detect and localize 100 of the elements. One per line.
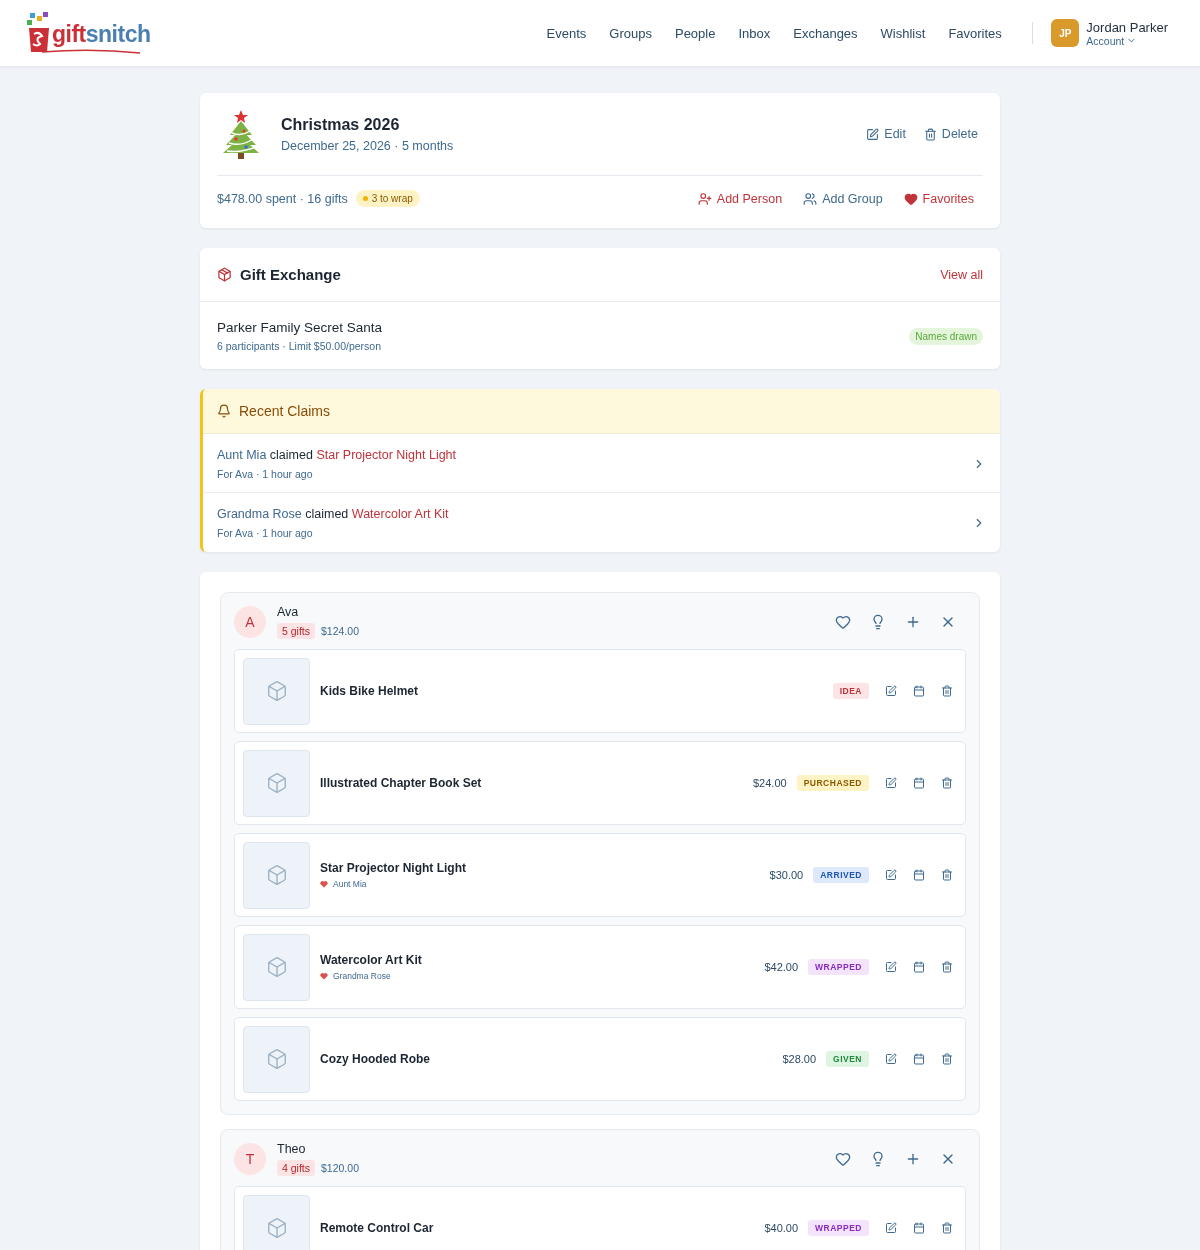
- calendar-icon: [913, 869, 925, 881]
- delete-button[interactable]: [939, 1051, 955, 1067]
- user-name: Jordan Parker: [1086, 19, 1168, 35]
- delete-button[interactable]: [939, 1220, 955, 1236]
- cube-icon: [265, 772, 288, 794]
- gift-name: Kids Bike Helmet: [320, 684, 419, 698]
- nav-link[interactable]: Inbox: [726, 25, 782, 41]
- person-total: $124.00: [321, 625, 359, 637]
- gift-bag-logo-icon: [26, 12, 52, 54]
- person-name: Theo: [277, 1142, 307, 1156]
- gift-price: $28.00: [782, 1053, 817, 1065]
- edit-button[interactable]: [883, 775, 899, 791]
- nav-link[interactable]: Groups: [597, 25, 664, 41]
- gift-row[interactable]: Kids Bike Helmet IDEA: [234, 649, 966, 733]
- cube-icon: [265, 1217, 288, 1239]
- pencil-icon: [885, 1053, 897, 1065]
- favorites-button[interactable]: Favorites: [903, 191, 974, 206]
- trash-icon: [941, 961, 953, 973]
- gift-row[interactable]: Watercolor Art Kit Grandma Rose $42.00 WRAPPED: [234, 925, 966, 1009]
- calendar-icon: [913, 961, 925, 973]
- calendar-button[interactable]: [911, 959, 927, 975]
- heart-icon: [320, 880, 328, 888]
- add-person-button[interactable]: Add Person: [697, 191, 783, 206]
- gift-price: $24.00: [753, 777, 787, 789]
- gift-name: Cozy Hooded Robe: [320, 1052, 430, 1066]
- status-badge: GIVEN: [826, 1051, 869, 1067]
- section-title: Recent Claims: [239, 403, 331, 419]
- edit-button[interactable]: [883, 959, 899, 975]
- calendar-icon: [913, 1222, 925, 1234]
- gift-row[interactable]: Illustrated Chapter Book Set $24.00 PURCHASED: [234, 741, 966, 825]
- delete-button[interactable]: [939, 683, 955, 699]
- delete-button[interactable]: [939, 867, 955, 883]
- nav-link[interactable]: Favorites: [936, 25, 1014, 41]
- person-name: Ava: [277, 605, 300, 619]
- claim-row[interactable]: Grandma Rose claimed Watercolor Art Kit For Ava · 1 hour ago: [203, 493, 1000, 552]
- pencil-icon: [885, 961, 897, 973]
- heart-icon: [320, 972, 328, 980]
- edit-button[interactable]: [883, 1220, 899, 1236]
- exchange-name[interactable]: Parker Family Secret Santa: [217, 320, 383, 335]
- status-badge: WRAPPED: [808, 1220, 869, 1236]
- delete-button[interactable]: [939, 959, 955, 975]
- claim-row[interactable]: Aunt Mia claimed Star Projector Night Light For Ava · 1 hour ago: [203, 434, 1000, 493]
- status-badge: WRAPPED: [808, 959, 869, 975]
- gift-price: $30.00: [769, 869, 804, 881]
- person-avatar: T: [234, 1143, 266, 1175]
- calendar-icon: [913, 685, 925, 697]
- trash-icon: [941, 777, 953, 789]
- calendar-button[interactable]: [911, 1220, 927, 1236]
- bell-icon: [217, 404, 231, 418]
- nav-link[interactable]: People: [663, 25, 727, 41]
- christmas-tree-icon: [222, 109, 260, 159]
- nav-link[interactable]: Exchanges: [781, 25, 870, 41]
- edit-button[interactable]: [883, 867, 899, 883]
- event-title: Christmas 2026: [281, 115, 401, 134]
- trash-icon: [941, 685, 953, 697]
- calendar-button[interactable]: [911, 1051, 927, 1067]
- calendar-button[interactable]: [911, 867, 927, 883]
- person-avatar: A: [234, 606, 266, 638]
- heart-icon: [903, 191, 918, 206]
- add-group-button[interactable]: Add Group: [803, 191, 883, 206]
- cube-icon: [265, 680, 288, 702]
- status-badge: IDEA: [832, 683, 869, 699]
- calendar-icon: [913, 777, 925, 789]
- delete-button[interactable]: [939, 775, 955, 791]
- edit-button[interactable]: Edit: [866, 127, 906, 141]
- trash-icon: [941, 869, 953, 881]
- nav-link[interactable]: Wishlist: [869, 25, 937, 41]
- claimed-by: Grandma Rose: [333, 971, 391, 981]
- gift-row[interactable]: Remote Control Car $40.00 WRAPPED: [234, 1186, 966, 1250]
- view-all-link[interactable]: View all: [940, 267, 983, 282]
- lightbulb-icon: [870, 614, 886, 630]
- users-icon: [803, 191, 818, 206]
- calendar-button[interactable]: [911, 775, 927, 791]
- claim-meta: For Ava · 1 hour ago: [217, 468, 314, 480]
- gift-row[interactable]: Cozy Hooded Robe $28.00 GIVEN: [234, 1017, 966, 1101]
- pencil-icon: [885, 869, 897, 881]
- pencil-icon: [885, 1222, 897, 1234]
- plus-icon: [905, 1151, 921, 1167]
- exchange-status-badge: Names drawn: [909, 327, 983, 345]
- trash-icon: [941, 1222, 953, 1234]
- pencil-icon: [885, 685, 897, 697]
- status-badge: PURCHASED: [796, 775, 869, 791]
- gift-price: $42.00: [764, 961, 799, 973]
- nav-link[interactable]: Events: [535, 25, 598, 41]
- status-badge: ARRIVED: [813, 867, 869, 883]
- delete-button[interactable]: Delete: [923, 127, 978, 141]
- calendar-button[interactable]: [911, 683, 927, 699]
- edit-button[interactable]: [883, 683, 899, 699]
- account-menu[interactable]: Account: [1086, 34, 1168, 47]
- package-icon: [217, 267, 232, 282]
- trash-icon: [941, 1053, 953, 1065]
- cube-icon: [265, 956, 288, 978]
- logo-swoosh-icon: [42, 48, 140, 54]
- gift-count-badge: 4 gifts: [277, 1160, 315, 1176]
- gift-row[interactable]: Star Projector Night Light Aunt Mia $30.00 ARRIVED: [234, 833, 966, 917]
- exchange-details: 6 participants · Limit $50.00/person: [217, 340, 382, 352]
- edit-button[interactable]: [883, 1051, 899, 1067]
- event-date: December 25, 2026 · 5 months: [281, 138, 454, 153]
- logo-text[interactable]: giftsnitch: [52, 21, 151, 48]
- claim-text: Aunt Mia claimed Star Projector Night Light: [217, 448, 457, 462]
